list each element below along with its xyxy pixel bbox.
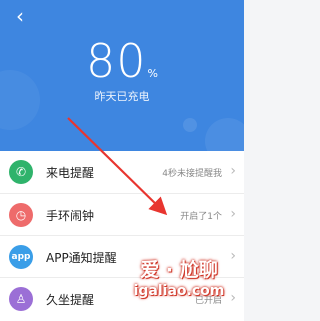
alarm-clock-icon: ◷ xyxy=(9,203,33,227)
row-status: 4秒未接提醒我 xyxy=(162,169,222,179)
battery-unit: % xyxy=(147,67,158,80)
row-call-reminder[interactable]: ✆ 来电提醒 4秒未接提醒我 › xyxy=(0,151,244,193)
chevron-right-icon: › xyxy=(230,248,236,264)
chevron-right-icon: › xyxy=(230,290,236,306)
row-status: 已开启 xyxy=(194,296,222,306)
row-label: APP通知提醒 xyxy=(46,251,117,265)
row-band-alarm[interactable]: ◷ 手环闹钟 开启了1个 › xyxy=(0,193,244,236)
decorative-bubble xyxy=(205,118,244,151)
row-status: 开启了1个 xyxy=(180,212,222,222)
battery-header: ‹ 80% 昨天已充电 xyxy=(0,0,244,151)
row-label: 来电提醒 xyxy=(46,166,95,180)
row-app-notification[interactable]: app APP通知提醒 › xyxy=(0,235,244,278)
decorative-bubble xyxy=(183,118,197,132)
row-sedentary-reminder[interactable]: ♙ 久坐提醒 已开启 › xyxy=(0,277,244,320)
sedentary-icon: ♙ xyxy=(9,287,33,311)
row-label: 久坐提醒 xyxy=(46,293,95,307)
battery-value: 80 xyxy=(86,34,147,88)
chevron-right-icon: › xyxy=(230,163,236,179)
chevron-right-icon: › xyxy=(230,206,236,222)
app-icon: app xyxy=(9,245,33,269)
phone-icon: ✆ xyxy=(9,160,33,184)
back-icon[interactable]: ‹ xyxy=(8,4,32,28)
battery-level: 80% xyxy=(0,34,244,88)
charge-status: 昨天已充电 xyxy=(94,90,150,103)
row-label: 手环闹钟 xyxy=(46,209,95,223)
settings-list: ✆ 来电提醒 4秒未接提醒我 › ◷ 手环闹钟 开启了1个 › app APP通… xyxy=(0,151,244,321)
